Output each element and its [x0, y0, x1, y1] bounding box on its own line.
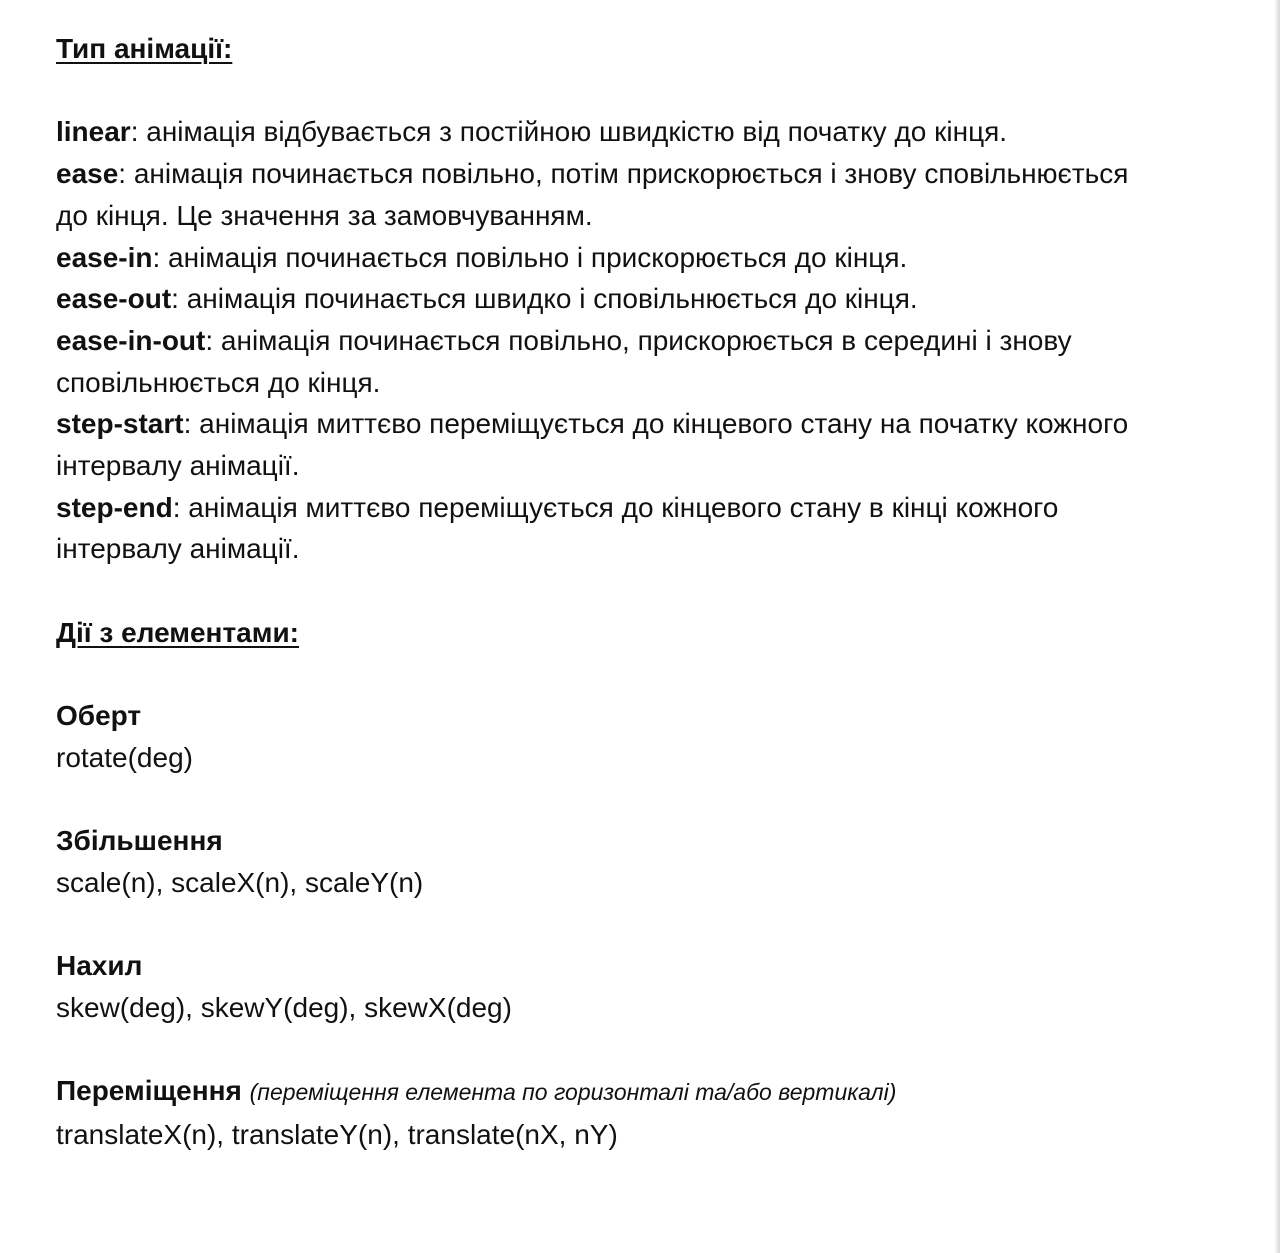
timing-description: : анімація миттєво переміщується до кінц…	[56, 408, 1129, 482]
timing-description: : анімація відбувається з постійною швид…	[130, 116, 1008, 148]
timing-description: : анімація починається повільно, прискор…	[56, 324, 1072, 398]
timing-name: ease-in-out	[56, 324, 206, 356]
timing-name: step-end	[56, 491, 173, 523]
timing-item-ease-in: ease-in: анімація починається повільно і…	[56, 237, 1236, 279]
action-code: translateX(n), translateY(n), translate(…	[56, 1119, 618, 1151]
action-title: Збільшення	[56, 820, 1236, 862]
timing-item-ease: ease: анімація починається повільно, пот…	[56, 153, 1236, 236]
actions-heading: Дії з елементами:	[56, 616, 300, 648]
timing-name: linear	[56, 116, 131, 148]
timing-name: step-start	[56, 408, 184, 440]
timing-item-ease-in-out: ease-in-out: анімація починається повіль…	[56, 320, 1236, 403]
timing-description: : анімація починається повільно, потім п…	[56, 158, 1129, 231]
timing-name: ease-out	[56, 283, 172, 315]
timing-name: ease-in	[56, 241, 153, 273]
document-body: Тип анімації: linear: анімація відбуваєт…	[56, 28, 1236, 1156]
action-code: skew(deg), skewY(deg), skewX(deg)	[56, 992, 512, 1024]
action-title-text: Переміщення	[56, 1075, 242, 1107]
timing-item-linear: linear: анімація відбувається з постійно…	[56, 111, 1236, 153]
action-title: Переміщення (переміщення елемента по гор…	[56, 1070, 1236, 1114]
timing-description: : анімація починається повільно і приско…	[152, 241, 908, 273]
timing-description: : анімація миттєво переміщується до кінц…	[56, 491, 1059, 565]
action-block-rotate: Оберт rotate(deg)	[56, 695, 1236, 778]
action-block-translate: Переміщення (переміщення елемента по гор…	[56, 1070, 1236, 1155]
timing-item-ease-out: ease-out: анімація починається швидко і …	[56, 278, 1236, 320]
timing-item-step-start: step-start: анімація миттєво переміщуєть…	[56, 403, 1236, 486]
timing-item-step-end: step-end: анімація миттєво переміщується…	[56, 487, 1236, 570]
action-block-skew: Нахил skew(deg), skewY(deg), skewX(deg)	[56, 945, 1236, 1028]
timing-heading: Тип анімації:	[56, 33, 233, 64]
action-title-text: Збільшення	[56, 825, 223, 857]
timing-function-list: linear: анімація відбувається з постійно…	[56, 111, 1236, 570]
action-block-scale: Збільшення scale(n), scaleX(n), scaleY(n…	[56, 820, 1236, 903]
action-code: rotate(deg)	[56, 741, 193, 773]
page-edge	[1274, 0, 1280, 1253]
action-note: (переміщення елемента по горизонталі та/…	[249, 1079, 897, 1106]
timing-description: : анімація починається швидко і сповільн…	[171, 283, 918, 315]
action-title: Оберт	[56, 695, 1236, 737]
timing-name: ease	[56, 158, 119, 190]
action-title-text: Оберт	[56, 700, 142, 732]
action-title-text: Нахил	[56, 950, 143, 982]
action-title: Нахил	[56, 945, 1236, 987]
action-code: scale(n), scaleX(n), scaleY(n)	[56, 867, 424, 898]
